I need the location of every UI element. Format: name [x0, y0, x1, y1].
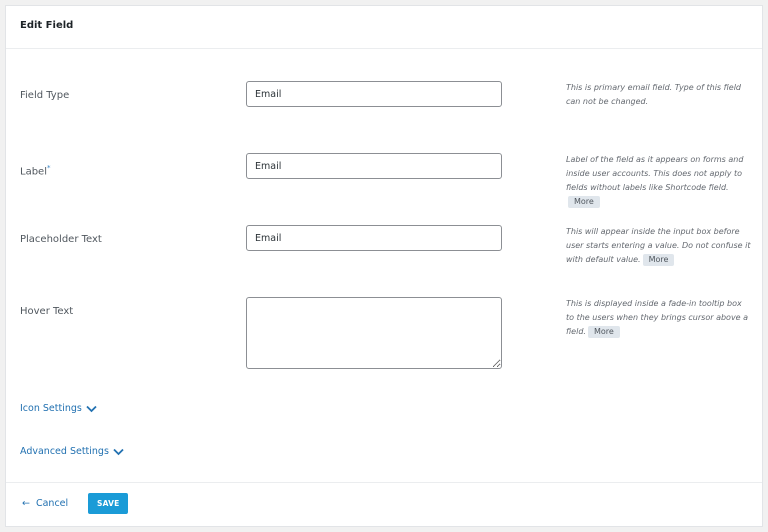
- label-field-label-text: Label: [20, 166, 47, 178]
- hover-text-label: Hover Text: [20, 306, 74, 317]
- field-type-input[interactable]: [246, 81, 502, 107]
- hover-more-button[interactable]: More: [587, 325, 620, 338]
- advanced-settings-label: Advanced Settings: [20, 446, 109, 457]
- label-field-label: Label*: [20, 164, 50, 177]
- label-more-button[interactable]: More: [568, 195, 600, 208]
- chevron-down-icon: [113, 448, 124, 455]
- field-type-label: Field Type: [20, 90, 70, 101]
- cancel-label: Cancel: [35, 498, 69, 509]
- panel-footer: ← Cancel SAVE: [6, 482, 762, 526]
- icon-settings-label: Icon Settings: [20, 403, 82, 414]
- panel-header: Edit Field: [6, 6, 762, 49]
- label-input[interactable]: [246, 153, 502, 179]
- chevron-down-icon: [86, 405, 97, 412]
- placeholder-input[interactable]: [246, 225, 502, 251]
- placeholder-more-button[interactable]: More: [642, 253, 675, 266]
- cancel-button[interactable]: ← Cancel: [22, 498, 68, 509]
- save-button[interactable]: SAVE: [88, 493, 129, 514]
- label-help: Label of the field as it appears on form…: [566, 153, 752, 209]
- edit-field-panel: Edit Field Field Type This is primary em…: [5, 5, 763, 527]
- hover-text-textarea[interactable]: [246, 297, 502, 369]
- icon-settings-toggle[interactable]: Icon Settings: [20, 403, 97, 414]
- hover-help: This is displayed inside a fade-in toolt…: [566, 297, 752, 339]
- placeholder-label: Placeholder Text: [20, 234, 102, 245]
- advanced-settings-toggle[interactable]: Advanced Settings: [20, 446, 124, 457]
- field-type-help-text: This is primary email field. Type of thi…: [566, 83, 742, 106]
- arrow-left-icon: ←: [22, 498, 30, 509]
- label-help-text: Label of the field as it appears on form…: [566, 155, 744, 192]
- placeholder-help: This will appear inside the input box be…: [566, 225, 752, 267]
- page-title: Edit Field: [20, 20, 74, 31]
- field-type-help: This is primary email field. Type of thi…: [566, 81, 752, 109]
- required-mark: *: [46, 164, 51, 172]
